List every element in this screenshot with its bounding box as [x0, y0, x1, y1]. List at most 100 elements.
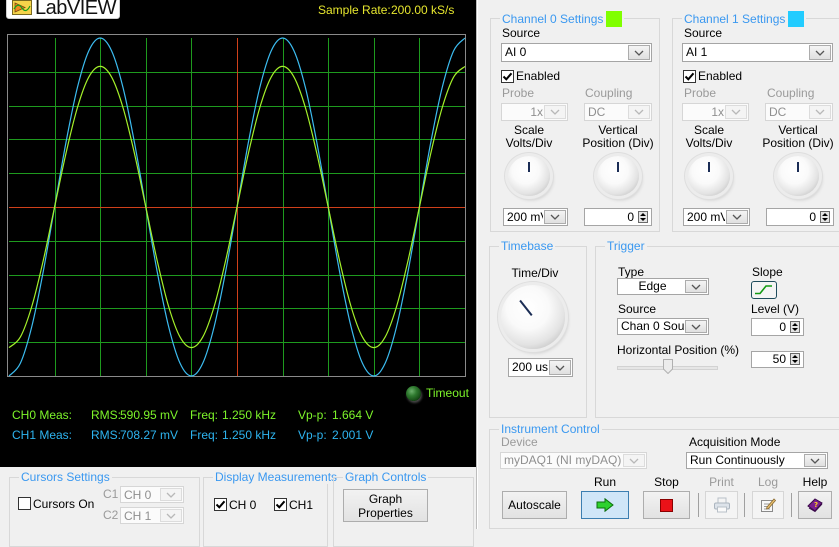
- stop-square-icon: [660, 498, 673, 512]
- knob-indicator: [797, 162, 799, 172]
- chevron-down-icon[interactable]: [804, 454, 826, 467]
- channel1-vpos-label-line2: Position (Div): [762, 136, 834, 150]
- channel0-settings-title: Channel 0 Settings: [502, 12, 604, 26]
- c1-label: C1: [103, 487, 119, 501]
- channel1-scale-knob[interactable]: [688, 156, 730, 196]
- ch1-rms-label: RMS:: [91, 428, 121, 442]
- channel1-vpos-knob[interactable]: [777, 156, 819, 196]
- time-div-knob[interactable]: [501, 285, 565, 349]
- knob-indicator: [617, 162, 619, 172]
- channel0-source-label: Source: [502, 26, 541, 40]
- stop-button[interactable]: [643, 491, 690, 519]
- toolbar-separator: [744, 493, 745, 517]
- trigger-type-dropdown[interactable]: Edge: [617, 278, 709, 295]
- channel1-coupling-dropdown[interactable]: DC: [765, 103, 833, 121]
- chevron-down-icon[interactable]: [809, 45, 831, 60]
- log-button[interactable]: [752, 491, 784, 519]
- device-dropdown[interactable]: myDAQ1 (NI myDAQ): [500, 452, 647, 469]
- scope-graph[interactable]: [0, 0, 476, 380]
- print-button[interactable]: [705, 491, 738, 519]
- horizontal-position-label: Horizontal Position (%): [617, 343, 740, 357]
- stop-label: Stop: [654, 475, 679, 489]
- channel1-coupling-label: Coupling: [767, 86, 815, 100]
- chevron-down-icon[interactable]: [725, 105, 747, 119]
- channel0-probe-dropdown[interactable]: 1x: [501, 103, 568, 121]
- channel1-scale-dropdown[interactable]: 200 mV: [683, 208, 750, 226]
- chevron-down-icon[interactable]: [628, 105, 650, 119]
- channel1-source-dropdown[interactable]: AI 1: [682, 43, 833, 62]
- spin-arrows-icon[interactable]: [638, 211, 648, 223]
- spin-arrows-icon[interactable]: [790, 353, 800, 365]
- channel0-coupling-value: DC: [588, 105, 606, 119]
- channel0-color-swatch: [606, 11, 623, 27]
- chevron-down-icon[interactable]: [544, 105, 566, 119]
- time-div-dropdown[interactable]: 200 us: [508, 358, 573, 377]
- acquisition-mode-dropdown[interactable]: Run Continuously: [686, 452, 828, 469]
- rising-edge-icon: [755, 285, 772, 295]
- channel0-source-dropdown[interactable]: AI 0: [501, 43, 652, 62]
- c2-channel-dropdown[interactable]: CH 1: [120, 507, 184, 524]
- c1-channel-dropdown[interactable]: CH 0: [120, 486, 184, 503]
- channel0-source-value: AI 0: [505, 45, 527, 59]
- horizontal-position-value: 50: [772, 352, 786, 366]
- channel0-scale-label: Scale Volts/Div: [489, 124, 569, 150]
- channel0-enabled-checkbox[interactable]: [501, 70, 514, 83]
- chevron-down-icon[interactable]: [549, 360, 571, 375]
- chevron-down-icon[interactable]: [726, 210, 748, 224]
- chevron-down-icon[interactable]: [809, 105, 831, 119]
- cursors-on-checkbox[interactable]: [18, 497, 31, 510]
- graph-properties-button[interactable]: Graph Properties: [343, 489, 428, 522]
- spin-arrows-icon[interactable]: [820, 211, 830, 223]
- trigger-slope-button[interactable]: [751, 281, 777, 299]
- channel0-vpos-label-line2: Position (Div): [582, 136, 654, 150]
- checkmark-icon: [215, 500, 226, 509]
- channel1-enabled-checkbox[interactable]: [683, 70, 696, 83]
- trigger-source-label: Source: [618, 302, 657, 316]
- channel1-vpos-spinbox[interactable]: 0: [766, 208, 834, 226]
- timeout-label: Timeout: [426, 386, 469, 400]
- ch1-freq-label: Freq:: [190, 428, 219, 442]
- channel0-vpos-knob[interactable]: [597, 156, 639, 196]
- chevron-down-icon[interactable]: [685, 320, 707, 333]
- channel0-vpos-spinbox[interactable]: 0: [584, 208, 652, 226]
- chevron-down-icon[interactable]: [623, 454, 645, 467]
- channel1-probe-dropdown[interactable]: 1x: [682, 103, 749, 121]
- spin-arrows-icon[interactable]: [790, 321, 800, 333]
- channel0-scale-value: 200 mV: [507, 210, 543, 224]
- channel0-coupling-dropdown[interactable]: DC: [584, 103, 652, 121]
- channel1-vpos-label: Vertical Position (Div): [753, 124, 839, 150]
- run-button[interactable]: [581, 491, 629, 519]
- autoscale-button[interactable]: Autoscale: [502, 491, 567, 519]
- device-value: myDAQ1 (NI myDAQ): [504, 453, 622, 467]
- chevron-down-icon[interactable]: [685, 280, 707, 293]
- timebase-title: Timebase: [499, 239, 556, 253]
- channel0-enabled-label: Enabled: [516, 69, 561, 83]
- chevron-down-icon[interactable]: [160, 509, 182, 522]
- channel1-probe-value: 1x: [711, 105, 724, 119]
- knob-indicator: [708, 162, 710, 172]
- acquisition-mode-label: Acquisition Mode: [689, 435, 781, 449]
- svg-text:?: ?: [814, 501, 818, 509]
- horizontal-position-slider-thumb[interactable]: [662, 359, 673, 374]
- cursors-settings-title: Cursors Settings: [19, 470, 112, 484]
- trigger-source-dropdown[interactable]: Chan 0 Source: [617, 318, 709, 335]
- help-button[interactable]: ?: [798, 491, 832, 519]
- trigger-level-spinbox[interactable]: 0: [751, 318, 804, 336]
- channel1-scale-value: 200 mV: [687, 210, 725, 224]
- channel0-probe-label: Probe: [502, 86, 535, 100]
- chevron-down-icon[interactable]: [628, 45, 650, 60]
- display-ch1-checkbox[interactable]: [274, 498, 287, 511]
- time-div-label: Time/Div: [511, 266, 559, 280]
- display-ch0-checkbox[interactable]: [214, 498, 227, 511]
- horizontal-position-spinbox[interactable]: 50: [751, 351, 804, 368]
- toolbar-separator: [791, 493, 792, 517]
- channel0-scale-dropdown[interactable]: 200 mV: [503, 208, 568, 226]
- display-measurements-title: Display Measurements: [213, 470, 340, 484]
- chevron-down-icon[interactable]: [160, 488, 182, 501]
- ch1-freq-value: 1.250 kHz: [222, 428, 277, 442]
- channel1-settings-header: Channel 1 Settings: [682, 11, 807, 27]
- chevron-down-icon[interactable]: [544, 210, 566, 224]
- time-div-value: 200 us: [512, 360, 548, 374]
- channel0-scale-knob[interactable]: [508, 156, 550, 196]
- channel1-coupling-value: DC: [769, 105, 787, 119]
